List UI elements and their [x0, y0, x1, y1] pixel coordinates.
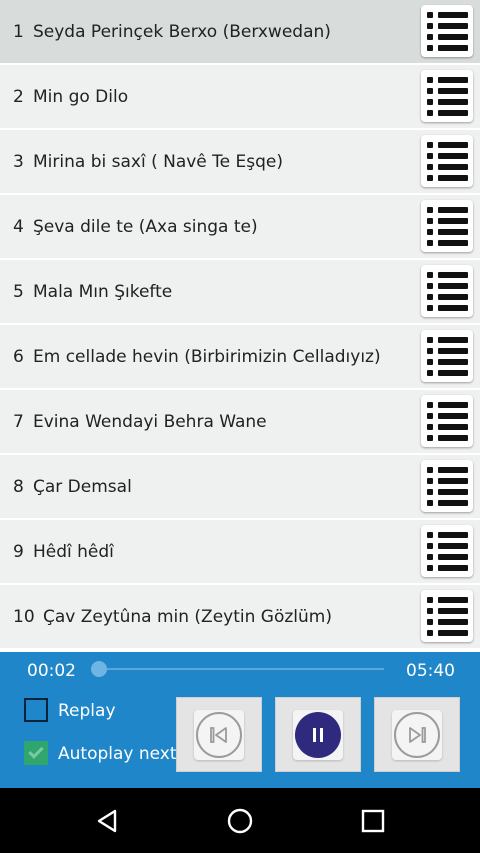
track-number: 2 — [13, 86, 24, 107]
seek-thumb[interactable] — [90, 661, 107, 677]
track-number: 3 — [13, 151, 24, 172]
current-time: 00:02 — [27, 661, 76, 681]
track-menu-button[interactable] — [421, 395, 473, 447]
track-title: Hêdî hêdî — [33, 541, 114, 562]
track-menu-button[interactable] — [421, 265, 473, 317]
track-number: 10 — [13, 606, 35, 627]
checkmark-icon — [28, 743, 44, 759]
skip-next-icon — [394, 711, 440, 758]
track-row-5[interactable]: 5 Mala Mın Şıkefte — [0, 260, 480, 323]
nav-back-icon[interactable] — [92, 806, 122, 836]
track-title: Çav Zeytûna min (Zeytin Gözlüm) — [43, 606, 332, 627]
track-row-8[interactable]: 8 Çar Demsal — [0, 455, 480, 518]
track-number: 6 — [13, 346, 24, 367]
autoplay-checkbox[interactable] — [24, 741, 48, 765]
list-menu-icon — [427, 531, 468, 538]
nav-home-icon[interactable] — [225, 806, 255, 836]
player-panel: 00:02 05:40 Replay Autoplay next — [0, 652, 480, 788]
track-number: 9 — [13, 541, 24, 562]
track-title: Seyda Perinçek Berxo (Berxwedan) — [33, 21, 331, 42]
total-time: 05:40 — [406, 661, 455, 681]
track-list: 1 Seyda Perinçek Berxo (Berxwedan) 2 Min… — [0, 0, 480, 652]
track-title: Em cellade hevin (Birbirimizin Celladıyı… — [33, 346, 381, 367]
list-menu-icon — [427, 76, 468, 83]
track-row-7[interactable]: 7 Evina Wendayi Behra Wane — [0, 390, 480, 453]
track-row-2[interactable]: 2 Min go Dilo — [0, 65, 480, 128]
pause-icon — [295, 711, 341, 758]
previous-button[interactable] — [176, 697, 262, 772]
track-row-9[interactable]: 9 Hêdî hêdî — [0, 520, 480, 583]
track-menu-button[interactable] — [421, 460, 473, 512]
track-menu-button[interactable] — [421, 525, 473, 577]
list-menu-icon — [427, 206, 468, 213]
replay-label: Replay — [58, 701, 116, 721]
track-row-10[interactable]: 10 Çav Zeytûna min (Zeytin Gözlüm) — [0, 585, 480, 648]
track-menu-button[interactable] — [421, 200, 473, 252]
track-title: Min go Dilo — [33, 86, 129, 107]
replay-checkbox[interactable] — [24, 698, 48, 722]
skip-previous-icon — [196, 711, 242, 758]
track-row-1[interactable]: 1 Seyda Perinçek Berxo (Berxwedan) — [0, 0, 480, 63]
pause-button[interactable] — [275, 697, 361, 772]
track-menu-button[interactable] — [421, 590, 473, 642]
track-row-6[interactable]: 6 Em cellade hevin (Birbirimizin Celladı… — [0, 325, 480, 388]
track-title: Mala Mın Şıkefte — [33, 281, 173, 302]
track-title: Çar Demsal — [33, 476, 132, 497]
list-menu-icon — [427, 141, 468, 148]
track-number: 5 — [13, 281, 24, 302]
track-row-3[interactable]: 3 Mirina bi saxî ( Navê Te Eşqe) — [0, 130, 480, 193]
list-menu-icon — [427, 596, 468, 603]
track-menu-button[interactable] — [421, 5, 473, 57]
track-menu-button[interactable] — [421, 135, 473, 187]
seek-bar[interactable] — [97, 668, 384, 670]
list-menu-icon — [427, 11, 468, 18]
track-title: Evina Wendayi Behra Wane — [33, 411, 267, 432]
list-menu-icon — [427, 466, 468, 473]
autoplay-label: Autoplay next — [58, 744, 177, 764]
track-row-4[interactable]: 4 Şeva dile te (Axa singa te) — [0, 195, 480, 258]
track-number: 8 — [13, 476, 24, 497]
list-menu-icon — [427, 336, 468, 343]
track-number: 7 — [13, 411, 24, 432]
list-menu-icon — [427, 271, 468, 278]
nav-recents-icon[interactable] — [358, 806, 388, 836]
track-number: 4 — [13, 216, 24, 237]
track-number: 1 — [13, 21, 24, 42]
track-title: Mirina bi saxî ( Navê Te Eşqe) — [33, 151, 284, 172]
track-menu-button[interactable] — [421, 70, 473, 122]
track-menu-button[interactable] — [421, 330, 473, 382]
next-button[interactable] — [374, 697, 460, 772]
system-nav-bar — [0, 788, 480, 853]
track-title: Şeva dile te (Axa singa te) — [33, 216, 258, 237]
list-menu-icon — [427, 401, 468, 408]
